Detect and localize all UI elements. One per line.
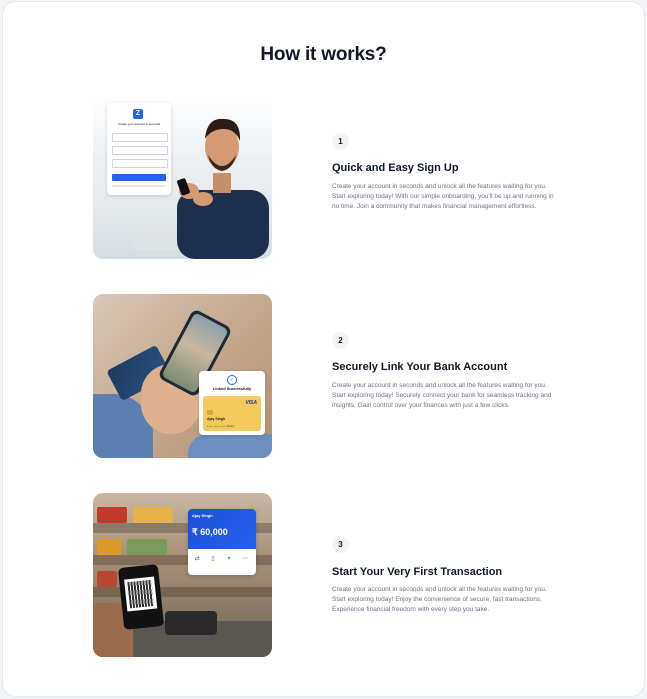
payment-terminal-illustration — [165, 611, 217, 635]
signup-caption: Create your account in seconds — [117, 122, 161, 126]
signup-form-mockup: Z Create your account in seconds — [107, 103, 171, 195]
more-icon: ⋯ — [242, 556, 248, 562]
step-description: Create your account in seconds and unloc… — [332, 586, 547, 613]
brand-logo-icon: Z — [133, 109, 143, 119]
receive-icon: ▯ — [211, 556, 215, 562]
scan-icon: ⌖ — [227, 556, 231, 562]
step-description: Create your account in seconds and unloc… — [332, 183, 554, 210]
step-3: Ajay Singh ₹ 60,000 ⇄ ▯ ⌖ ⋯ 3 Start Your… — [93, 493, 563, 657]
chip-icon — [207, 410, 213, 415]
wallet-balance-mockup: Ajay Singh ₹ 60,000 ⇄ ▯ ⌖ ⋯ — [188, 509, 256, 575]
step-2-image: ✓ Linked Successfully VISA Ajay Singh ••… — [93, 294, 272, 458]
step-2: ✓ Linked Successfully VISA Ajay Singh ••… — [93, 294, 563, 458]
step-number-badge: 3 — [332, 536, 349, 553]
wallet-user-name: Ajay Singh — [192, 513, 213, 518]
qr-code-icon — [124, 576, 158, 612]
step-1: Z Create your account in seconds 1 Quick… — [93, 95, 563, 259]
step-1-image: Z Create your account in seconds — [93, 95, 272, 259]
step-number-badge: 2 — [332, 332, 349, 349]
name-field — [112, 133, 168, 142]
email-field — [112, 146, 168, 155]
linked-card-mockup: ✓ Linked Successfully VISA Ajay Singh ••… — [199, 371, 265, 435]
wallet-balance: ₹ 60,000 — [192, 527, 228, 537]
step-description: Create your account in seconds and unloc… — [332, 382, 552, 409]
visa-logo: VISA — [245, 400, 257, 406]
qr-phone-illustration — [117, 564, 165, 630]
step-heading: Quick and Easy Sign Up — [332, 162, 459, 174]
step-heading: Start Your Very First Transaction — [332, 566, 503, 578]
send-icon: ⇄ — [194, 556, 200, 562]
step-3-image: Ajay Singh ₹ 60,000 ⇄ ▯ ⌖ ⋯ — [93, 493, 272, 657]
check-circle-icon: ✓ — [227, 375, 237, 385]
how-it-works-card: How it works? Z Create your account in s… — [2, 1, 645, 697]
card-holder: Ajay Singh — [207, 417, 226, 421]
step-number-badge: 1 — [332, 133, 349, 150]
visa-card: VISA Ajay Singh •••• •••• •••• 6012 — [203, 396, 261, 431]
card-number: •••• •••• •••• 6012 — [207, 424, 235, 428]
step-heading: Securely Link Your Bank Account — [332, 361, 508, 373]
password-field — [112, 159, 168, 168]
page-title: How it works? — [260, 44, 387, 65]
linked-status: Linked Successfully — [212, 386, 252, 391]
signup-button — [112, 174, 166, 181]
